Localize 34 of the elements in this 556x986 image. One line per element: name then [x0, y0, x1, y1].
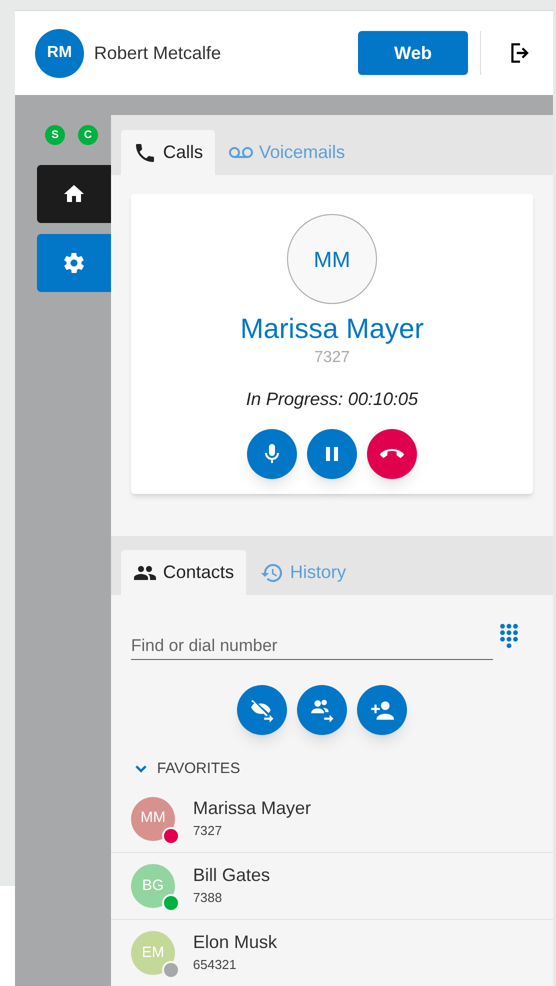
eye-off-arrow-icon: [249, 697, 275, 723]
caller-number: 7327: [314, 348, 350, 368]
hang-up-button[interactable]: [367, 429, 417, 479]
caller-name: Marissa Mayer: [240, 312, 424, 346]
tab[interactable]: Contacts: [121, 550, 246, 595]
user-avatar: RM: [35, 28, 84, 78]
contact-row[interactable]: EM Elon Musk 654321: [111, 919, 553, 986]
add-contact-button[interactable]: [357, 685, 407, 735]
contact-number: 7327: [193, 822, 223, 840]
hold-button[interactable]: [307, 429, 357, 479]
contact-row[interactable]: BG Bill Gates 7388: [111, 852, 553, 919]
caller-avatar: MM: [287, 214, 377, 304]
tab[interactable]: Calls: [121, 130, 216, 175]
call-status: In Progress: 00:10:05: [246, 388, 418, 411]
user-name: Robert Metcalfe: [94, 42, 222, 64]
group-transfer-button[interactable]: [297, 685, 347, 735]
contact-number: 654321: [193, 956, 238, 974]
hidden-transfer-button[interactable]: [237, 685, 287, 735]
contact-row[interactable]: MM Marissa Mayer 7327: [111, 785, 553, 852]
home-button[interactable]: [37, 165, 111, 223]
people-arrow-icon: [309, 697, 335, 723]
favorites-header[interactable]: FAVORITES: [111, 757, 553, 781]
settings-button[interactable]: [37, 234, 111, 292]
web-button[interactable]: Web: [358, 31, 468, 75]
contact-name: Elon Musk: [193, 931, 278, 954]
contact-name: Bill Gates: [193, 864, 270, 886]
settings-icon: [62, 251, 86, 275]
contact-number: 7388: [193, 889, 223, 908]
mute-button[interactable]: [247, 429, 297, 479]
status-badge: S: [45, 125, 65, 145]
contact-name: Marissa Mayer: [193, 796, 312, 819]
search-field[interactable]: Find or dial number: [131, 626, 493, 660]
status-badge: C: [78, 125, 98, 145]
dialpad-icon[interactable]: [499, 623, 519, 649]
